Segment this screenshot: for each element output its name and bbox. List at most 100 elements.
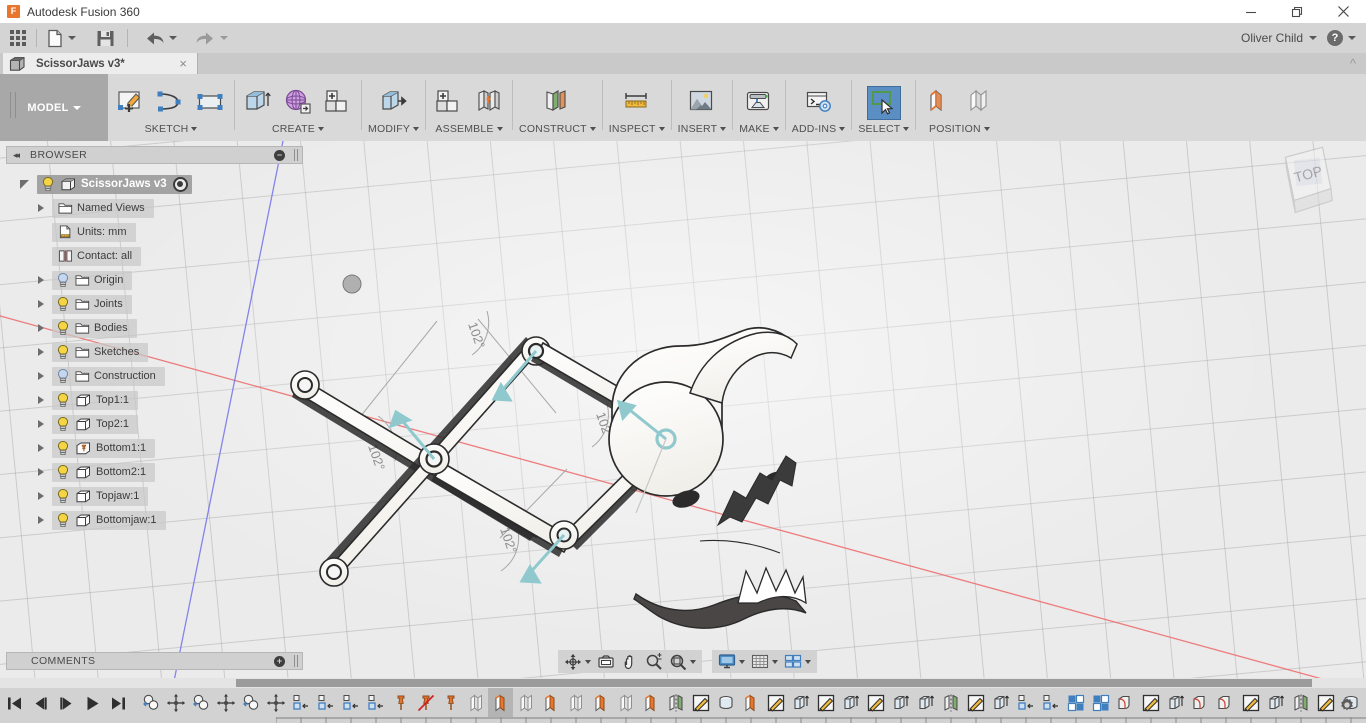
ribbon-group-title[interactable]: SELECT bbox=[858, 120, 910, 137]
browser-options-icon[interactable]: − bbox=[274, 149, 285, 161]
light-bulb-icon[interactable] bbox=[55, 344, 71, 360]
timeline-feature-mirror[interactable] bbox=[938, 688, 963, 717]
offset-plane-icon[interactable] bbox=[540, 86, 574, 120]
light-bulb-icon[interactable] bbox=[40, 176, 56, 192]
display-settings-button[interactable] bbox=[715, 650, 748, 673]
timeline-feature-drive-joint[interactable] bbox=[738, 688, 763, 717]
user-menu-label[interactable]: Oliver Child bbox=[1241, 31, 1303, 45]
light-bulb-icon[interactable] bbox=[55, 416, 71, 432]
light-bulb-icon[interactable] bbox=[55, 368, 71, 384]
timeline-feature-drive-joint[interactable] bbox=[538, 688, 563, 717]
expand-arrow-icon[interactable] bbox=[38, 276, 44, 284]
ribbon-group-title[interactable]: INSERT bbox=[678, 120, 727, 137]
revolve-sphere-icon[interactable] bbox=[281, 86, 315, 120]
timeline-feature-motion[interactable] bbox=[563, 688, 588, 717]
timeline-feature-align[interactable] bbox=[363, 688, 388, 717]
workspace-switcher-button[interactable]: MODEL bbox=[0, 74, 108, 141]
panel-resize-grip[interactable] bbox=[294, 655, 298, 667]
ribbon-group-title[interactable]: INSPECT bbox=[609, 120, 665, 137]
ribbon-group-title[interactable]: MAKE bbox=[739, 120, 779, 137]
light-bulb-icon[interactable] bbox=[55, 296, 71, 312]
timeline-feature-fillet[interactable] bbox=[1188, 688, 1213, 717]
ribbon-group-title[interactable]: ASSEMBLE bbox=[435, 120, 503, 137]
timeline-feature-fillet[interactable] bbox=[1213, 688, 1238, 717]
chevron-down-icon[interactable] bbox=[1348, 36, 1356, 40]
timeline-feature-sketch[interactable] bbox=[813, 688, 838, 717]
tree-node-topjaw-1[interactable]: Topjaw:1 bbox=[6, 484, 303, 508]
timeline-feature-extrude[interactable] bbox=[788, 688, 813, 717]
timeline-feature-ground[interactable] bbox=[438, 688, 463, 717]
rectangle-icon[interactable] bbox=[194, 86, 228, 120]
spline-icon[interactable] bbox=[154, 86, 188, 120]
tree-node-bottomjaw-1[interactable]: Bottomjaw:1 bbox=[6, 508, 303, 532]
light-bulb-icon[interactable] bbox=[55, 440, 71, 456]
timeline-feature-motion[interactable] bbox=[513, 688, 538, 717]
insert-image-icon[interactable] bbox=[685, 86, 719, 120]
play-button[interactable] bbox=[84, 695, 101, 717]
timeline-feature-sketch[interactable] bbox=[1138, 688, 1163, 717]
timeline-feature-extrude[interactable] bbox=[913, 688, 938, 717]
close-button[interactable] bbox=[1320, 0, 1366, 23]
scripts-addins-icon[interactable] bbox=[802, 86, 836, 120]
go-to-beginning-button[interactable] bbox=[6, 695, 23, 717]
light-bulb-icon[interactable] bbox=[55, 272, 71, 288]
timeline-feature-sketch[interactable] bbox=[688, 688, 713, 717]
ribbon-group-title[interactable]: CONSTRUCT bbox=[519, 120, 596, 137]
timeline-feature-drive-joint[interactable] bbox=[488, 688, 513, 717]
drive-joints-icon[interactable] bbox=[922, 86, 956, 120]
expand-arrow-icon[interactable] bbox=[38, 324, 44, 332]
timeline-feature-move[interactable] bbox=[163, 688, 188, 717]
expand-arrow-icon[interactable] bbox=[38, 420, 44, 428]
save-button[interactable] bbox=[90, 23, 121, 53]
view-cube[interactable]: TOP bbox=[1260, 141, 1356, 229]
timeline-feature-align[interactable] bbox=[1013, 688, 1038, 717]
timeline-feature-sketch[interactable] bbox=[863, 688, 888, 717]
tree-node-bottom1-1[interactable]: Bottom1:1 bbox=[6, 436, 303, 460]
expand-arrow-icon[interactable] bbox=[38, 300, 44, 308]
timeline-feature-motion[interactable] bbox=[463, 688, 488, 717]
horizontal-scrollbar[interactable] bbox=[0, 678, 1366, 688]
press-pull-icon[interactable] bbox=[377, 86, 411, 120]
expand-arrow-icon[interactable] bbox=[38, 372, 44, 380]
timeline-feature-motion[interactable] bbox=[613, 688, 638, 717]
tree-node-construction[interactable]: Construction bbox=[6, 364, 303, 388]
motion-study-icon[interactable] bbox=[962, 86, 996, 120]
expand-arrow-icon[interactable] bbox=[38, 468, 44, 476]
select-window-icon[interactable] bbox=[866, 86, 901, 120]
tree-node-origin[interactable]: Origin bbox=[6, 268, 303, 292]
zoom-button[interactable] bbox=[642, 650, 666, 673]
help-icon[interactable]: ? bbox=[1327, 30, 1343, 46]
undo-button[interactable] bbox=[138, 23, 183, 53]
expand-arrow-icon[interactable] bbox=[38, 516, 44, 524]
step-forward-button[interactable] bbox=[58, 695, 75, 717]
timeline-feature-sketch[interactable] bbox=[963, 688, 988, 717]
file-menu-button[interactable] bbox=[41, 23, 82, 53]
fit-button[interactable] bbox=[666, 650, 699, 673]
tree-node-bodies[interactable]: Bodies bbox=[6, 316, 303, 340]
new-component-icon[interactable] bbox=[321, 86, 355, 120]
timeline-feature-ungroup[interactable] bbox=[413, 688, 438, 717]
timeline-feature-drive-joint[interactable] bbox=[638, 688, 663, 717]
tree-node-named-views[interactable]: Named Views bbox=[6, 196, 303, 220]
timeline-settings-icon[interactable] bbox=[1338, 696, 1356, 719]
timeline-feature-extrude[interactable] bbox=[988, 688, 1013, 717]
timeline-feature-extrude[interactable] bbox=[1163, 688, 1188, 717]
light-bulb-icon[interactable] bbox=[55, 464, 71, 480]
maximize-restore-button[interactable] bbox=[1274, 0, 1320, 23]
timeline-feature-sketch[interactable] bbox=[763, 688, 788, 717]
timeline-feature-drive-joint[interactable] bbox=[588, 688, 613, 717]
timeline-feature-sketch[interactable] bbox=[1238, 688, 1263, 717]
light-bulb-icon[interactable] bbox=[55, 512, 71, 528]
joint-icon[interactable] bbox=[472, 86, 506, 120]
timeline-feature-align[interactable] bbox=[338, 688, 363, 717]
light-bulb-icon[interactable] bbox=[55, 320, 71, 336]
timeline-feature-joint[interactable] bbox=[238, 688, 263, 717]
ribbon-group-title[interactable]: SKETCH bbox=[145, 120, 198, 137]
go-to-end-button[interactable] bbox=[110, 695, 127, 717]
timeline-feature-extrude[interactable] bbox=[1263, 688, 1288, 717]
timeline-feature-pattern[interactable] bbox=[1088, 688, 1113, 717]
grid-snaps-button[interactable] bbox=[748, 650, 781, 673]
expand-arrow-icon[interactable] bbox=[38, 348, 44, 356]
timeline-feature-joint[interactable] bbox=[188, 688, 213, 717]
orbit-button[interactable] bbox=[561, 650, 594, 673]
